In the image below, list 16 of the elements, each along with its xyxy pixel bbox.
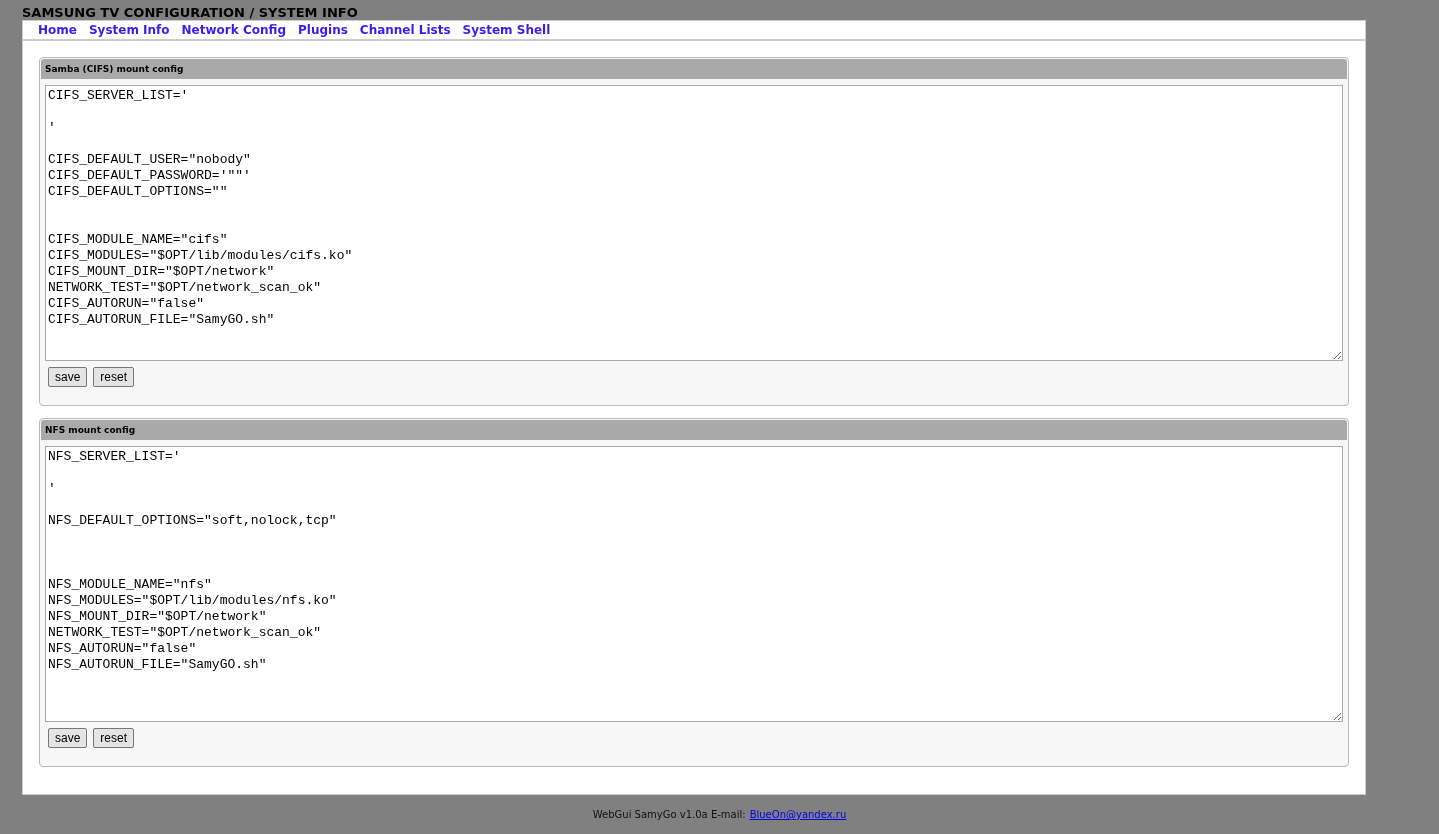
panel-header: Samba (CIFS) mount config: [41, 59, 1347, 79]
nav-link[interactable]: Channel Lists: [359, 21, 451, 39]
config-text-area[interactable]: CIFS_SERVER_LIST=' ' CIFS_DEFAULT_USER="nobody" CIFS_DEFAULT_PASSWORD='""' CIFS_DEFAULT_OPTIONS="" CIFS_MODULE_NAME="cifs" CIFS_MODULES="$OPT/lib/modules/cifs.ko" CIFS_MOUNT_DIR="$OPT/network" NETWORK_TEST="$OPT/network_scan_ok" CIFS_AUTORUN="false" CIFS_AUTORUN_FILE="SamyGO.sh": [45, 85, 1343, 361]
form-button[interactable]: reset: [93, 728, 135, 748]
form-button[interactable]: save: [48, 367, 88, 387]
nav-link[interactable]: Plugins: [298, 21, 348, 39]
panel-header: NFS mount config: [41, 420, 1347, 440]
form-button[interactable]: save: [48, 728, 88, 748]
nav-link[interactable]: Home: [38, 21, 77, 39]
page-title: SAMSUNG TV CONFIGURATION / SYSTEM INFO: [22, 5, 358, 20]
form-button[interactable]: reset: [93, 367, 135, 387]
nav-link[interactable]: Network Config: [181, 21, 286, 39]
footer-text: WebGui SamyGo v1.0a E-mail:: [592, 808, 746, 822]
nav-link[interactable]: System Shell: [462, 21, 551, 39]
config-text-area[interactable]: NFS_SERVER_LIST=' ' NFS_DEFAULT_OPTIONS="soft,nolock,tcp" NFS_MODULE_NAME="nfs" NFS_MODULES="$OPT/lib/modules/nfs.ko" NFS_MOUNT_DIR="$OPT/network" NETWORK_TEST="$OPT/network_scan_ok" NFS_AUTORUN="false" NFS_AUTORUN_FILE="SamyGO.sh": [45, 446, 1343, 722]
nav-link[interactable]: System Info: [88, 21, 170, 39]
